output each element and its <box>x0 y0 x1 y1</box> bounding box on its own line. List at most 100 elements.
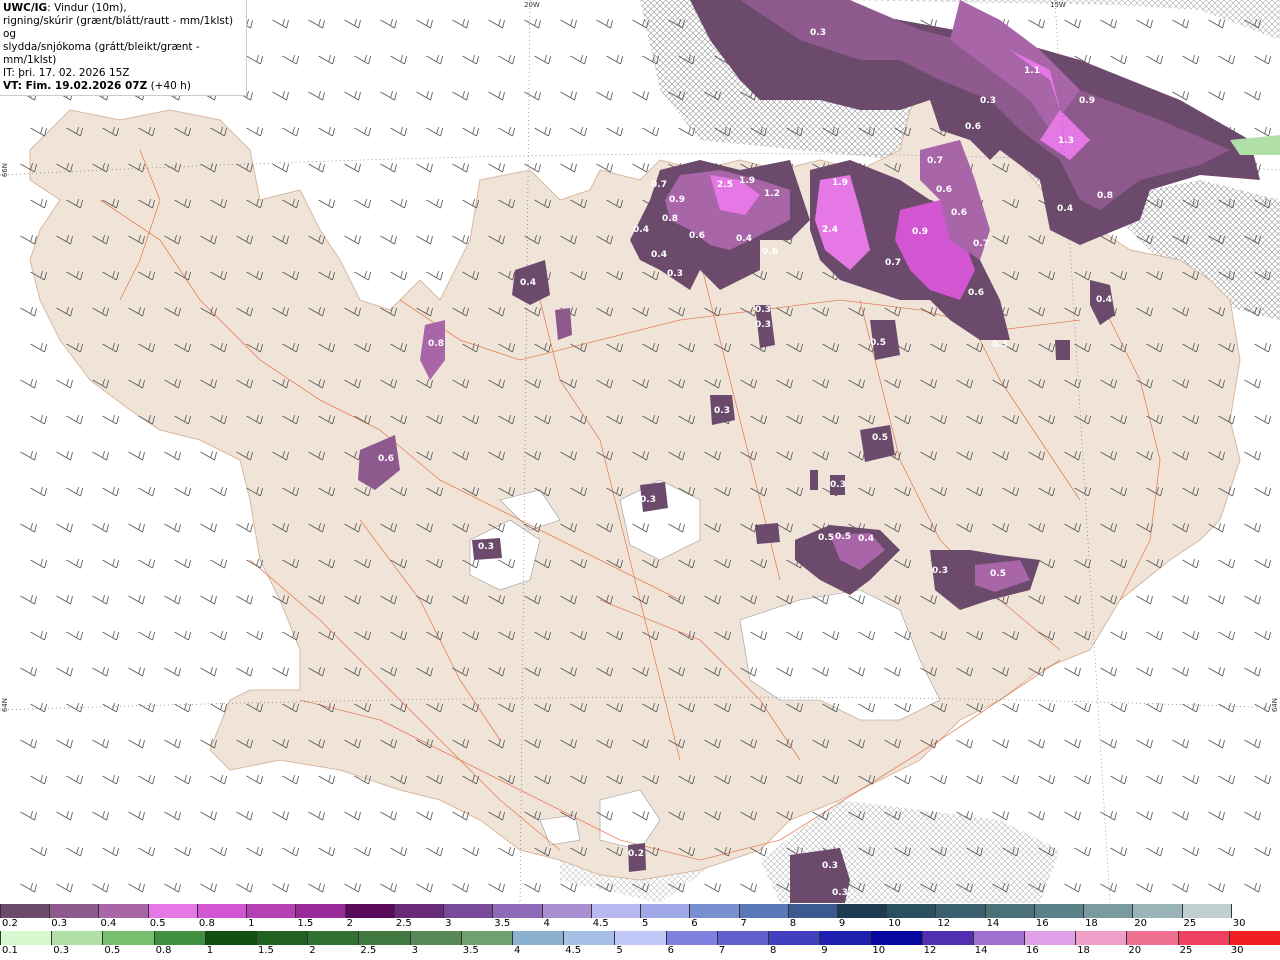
wind-barb <box>236 810 253 821</box>
wind-barb <box>246 54 263 65</box>
wind-barb <box>128 594 145 605</box>
wind-barb <box>1254 414 1271 425</box>
precip-value-label: 1.1 <box>1024 66 1040 76</box>
precip-value-label: 0.3 <box>822 861 838 871</box>
wind-barb <box>128 666 145 677</box>
wind-barb <box>282 126 299 137</box>
wind-barb <box>1244 882 1261 893</box>
wind-barb <box>200 594 217 605</box>
wind-barb <box>534 126 551 137</box>
wind-barb <box>570 126 587 137</box>
wind-barb <box>318 774 335 785</box>
scale-swatch <box>1132 904 1182 918</box>
wind-barb <box>92 666 109 677</box>
precip-value-label: 0.5 <box>835 532 851 542</box>
wind-barb <box>1100 810 1117 821</box>
wind-barb <box>606 126 623 137</box>
wind-barb <box>1064 810 1081 821</box>
wind-barb <box>1254 558 1271 569</box>
precip-value-label: 0.8 <box>662 214 678 224</box>
scale-swatch <box>51 931 103 945</box>
wind-barb <box>462 846 479 857</box>
wind-barb <box>56 378 73 389</box>
wind-barb <box>1136 594 1153 605</box>
wind-barb <box>102 558 119 569</box>
wind-barb <box>488 162 505 173</box>
scale-label: 30 <box>1232 918 1246 929</box>
scale-swatch <box>1033 904 1084 918</box>
wind-barb <box>1244 90 1261 101</box>
precip-value-label: 0.9 <box>912 227 928 237</box>
wind-barb <box>92 522 109 533</box>
precip-value-label: 0.5 <box>872 433 888 443</box>
precip-value-label: 0.4 <box>633 225 649 235</box>
wind-barb <box>56 882 73 893</box>
wind-barb <box>1208 666 1225 677</box>
wind-barb <box>560 162 577 173</box>
wind-barb <box>1254 630 1271 641</box>
wind-barb <box>20 522 37 533</box>
scale-swatch <box>1083 904 1133 918</box>
wind-barb <box>416 90 433 101</box>
scale-swatch <box>256 931 308 945</box>
scale-label: 4.5 <box>565 945 582 956</box>
wind-barb <box>30 342 47 353</box>
title-line2: rigning/skúrir (grænt/blátt/rautt - mm/1… <box>3 15 234 40</box>
wind-barb <box>560 90 577 101</box>
scale-label: 2.5 <box>360 945 377 956</box>
scale-label: 20 <box>1128 945 1142 956</box>
wind-barb <box>20 738 37 749</box>
precip-value-label: 0.6 <box>689 231 705 241</box>
wind-barb <box>1218 702 1235 713</box>
init-time: IT: þri. 17. 02. 2026 15Z <box>3 67 130 79</box>
wind-barb <box>1028 18 1045 29</box>
wind-barb <box>524 882 541 893</box>
wind-barb <box>30 198 47 209</box>
precip-value-label: 0.3 <box>832 888 848 898</box>
wind-barb <box>1110 774 1127 785</box>
wind-barb <box>416 882 433 893</box>
wind-barb <box>1182 702 1199 713</box>
wind-barb <box>390 270 407 281</box>
scale-label: 5 <box>616 945 623 956</box>
scale-swatch <box>102 931 154 945</box>
wind-barb <box>1218 774 1235 785</box>
wind-barb <box>1208 90 1225 101</box>
wind-barb <box>354 270 371 281</box>
wind-barb <box>200 882 217 893</box>
snow-scale-labels: 0.2 0.3 0.4 0.5 0.8 1 1.5 2 2.5 3 3.5 4 4.5 5 6 7 8 9 10 12… <box>0 918 1280 930</box>
wind-barb <box>30 126 47 137</box>
wind-barb <box>102 414 119 425</box>
scale-swatch <box>0 931 52 945</box>
wind-barb <box>30 846 47 857</box>
wind-barb <box>1218 558 1235 569</box>
scale-label: 14 <box>986 918 1000 929</box>
scale-label: 4.5 <box>592 918 609 929</box>
precip-value-label: 2.5 <box>717 180 733 190</box>
precip-value-label: 0.6 <box>378 454 394 464</box>
precip-value-label: 0.5 <box>942 6 958 16</box>
wind-barb <box>1254 126 1271 137</box>
precip-value-label: 0.6 <box>968 288 984 298</box>
forecast-map[interactable]: 0.5 0.3 1.1 0.9 1.3 0.3 0.6 0.7 0.9 2.5 1.9 1.2 1.9 2… <box>0 0 1280 903</box>
rain-scale-labels: 0.1 0.3 0.5 0.8 1 1.5 2 2.5 3 3.5 4 4.5 5 6 7 8 9 10 12 14 1… <box>0 945 1280 957</box>
precip-value-label: 0.7 <box>651 180 667 190</box>
wind-barb <box>128 450 145 461</box>
wind-barb <box>344 90 361 101</box>
wind-barb <box>92 882 109 893</box>
wind-barb <box>1146 702 1163 713</box>
scale-label: 0.8 <box>155 945 172 956</box>
wind-barb <box>1172 18 1189 29</box>
wind-barb <box>164 594 181 605</box>
precip-value-label: 1.9 <box>832 178 848 188</box>
wind-barb <box>56 594 73 605</box>
wind-barb <box>210 486 227 497</box>
scale-label: 9 <box>821 945 828 956</box>
scale-label: 8 <box>770 945 777 956</box>
wind-barb <box>1100 738 1117 749</box>
wind-barb <box>174 630 191 641</box>
wind-barb <box>1172 882 1189 893</box>
wind-barb <box>390 198 407 209</box>
wind-barb <box>1172 594 1189 605</box>
precip-value-label: 0.6 <box>951 208 967 218</box>
